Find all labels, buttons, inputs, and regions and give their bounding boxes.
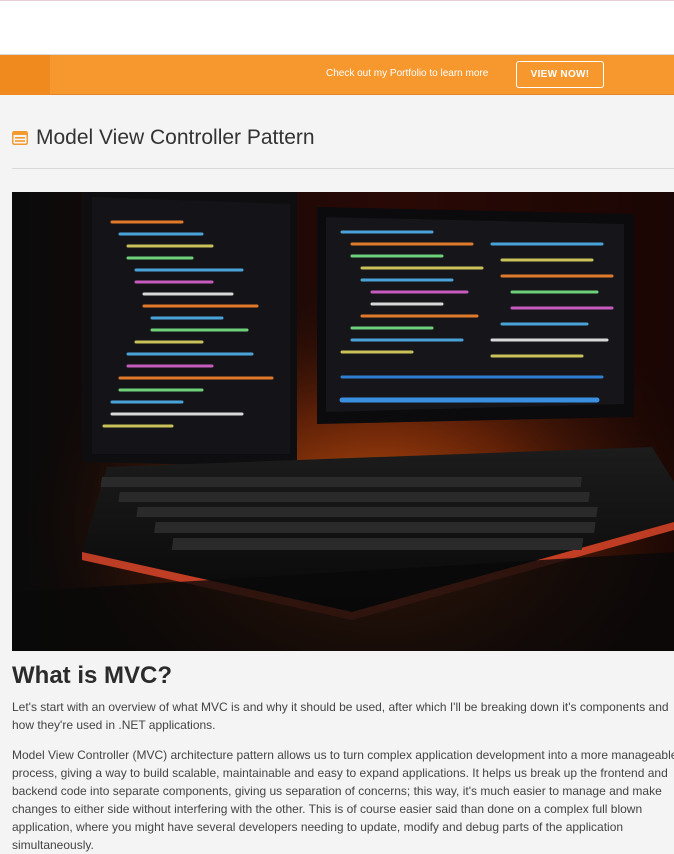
article-icon [12,131,28,145]
page-title: Model View Controller Pattern [12,125,315,151]
promo-accent-block [0,55,50,95]
intro-paragraph: Let's start with an overview of what MVC… [12,700,669,732]
view-now-button[interactable]: VIEW NOW! [516,61,604,88]
top-navbar [0,0,674,55]
mvc-paragraph: Model View Controller (MVC) architecture… [12,748,674,852]
article-title: Model View Controller Pattern [36,126,315,149]
hero-image [12,192,674,651]
section-heading: What is MVC? [12,662,172,689]
title-divider [12,168,674,169]
promo-text: Check out my Portfolio to learn more [326,68,489,79]
promo-banner: Check out my Portfolio to learn more VIE… [0,55,674,95]
